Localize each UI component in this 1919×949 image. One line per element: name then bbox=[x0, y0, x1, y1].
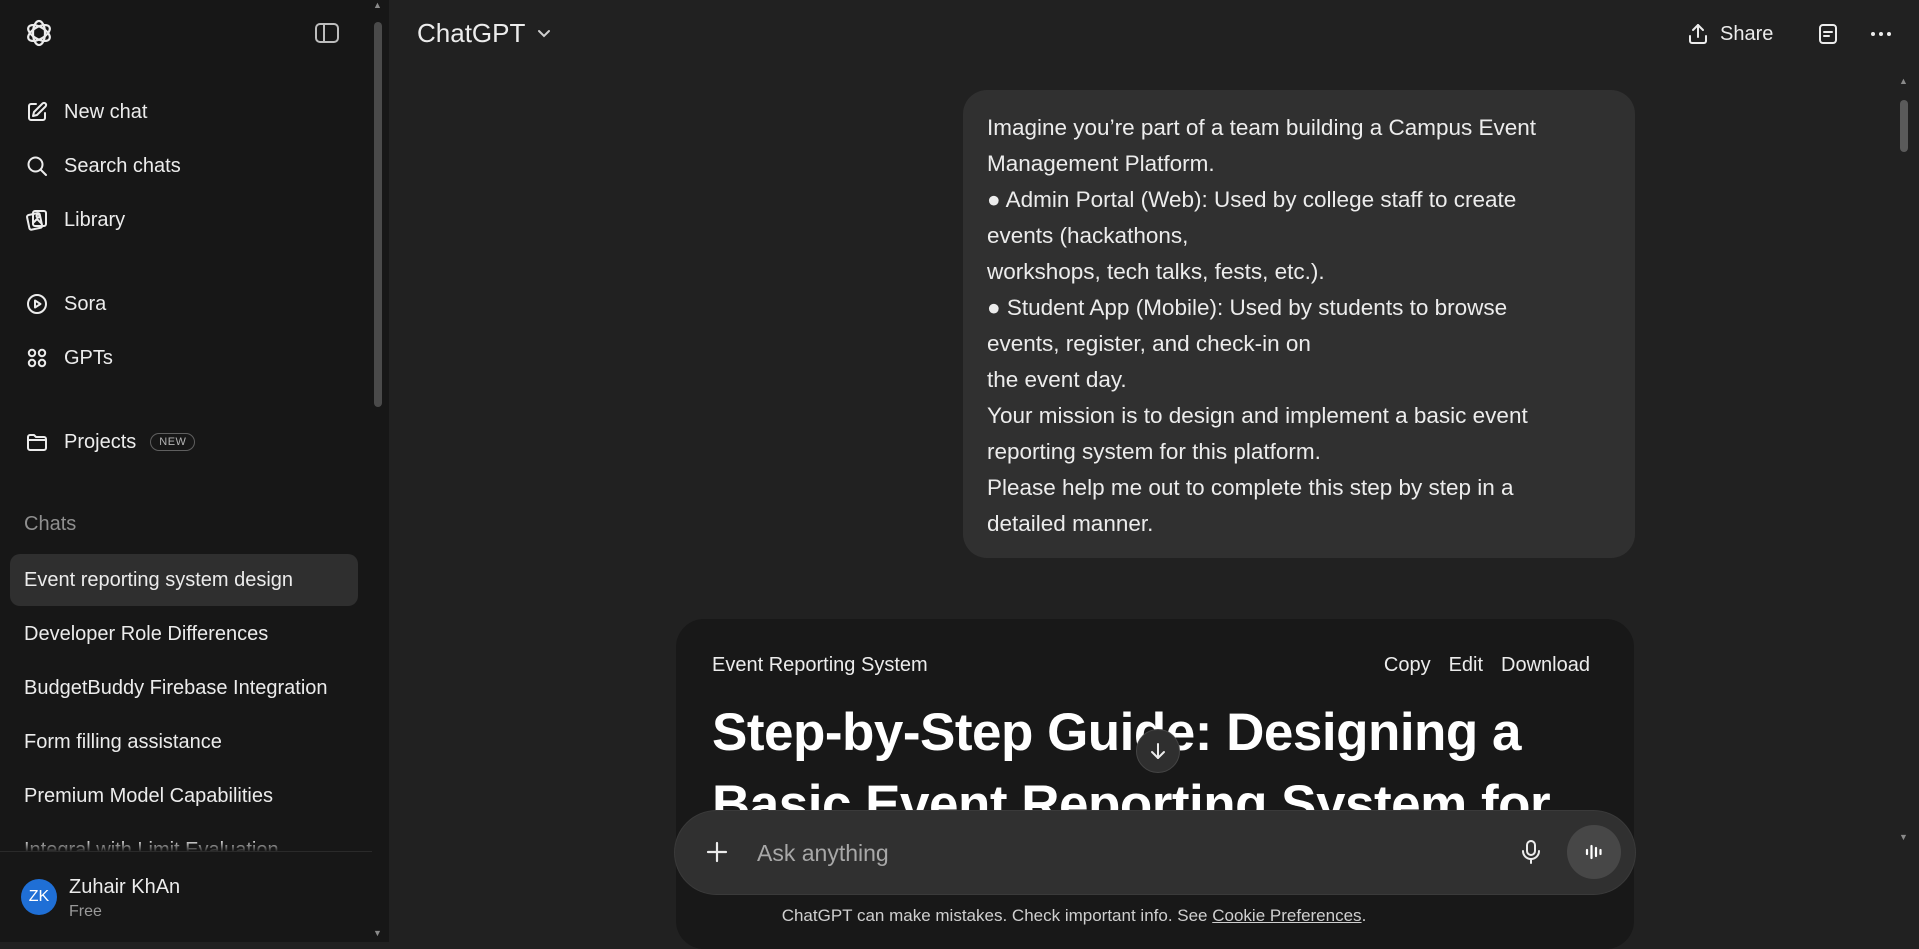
message-line: workshops, tech talks, fests, etc.). bbox=[987, 259, 1325, 284]
edit-button[interactable]: Edit bbox=[1449, 654, 1483, 677]
sora-button[interactable]: Sora bbox=[10, 281, 358, 327]
chat-item[interactable]: Premium Model Capabilities bbox=[10, 770, 358, 822]
projects-button[interactable]: Projects NEW bbox=[10, 419, 358, 465]
gpts-button[interactable]: GPTs bbox=[10, 335, 358, 381]
share-icon bbox=[1689, 24, 1707, 44]
new-chat-button[interactable]: New chat bbox=[10, 89, 358, 135]
play-icon bbox=[24, 291, 50, 317]
sidebar-scrollbar-thumb[interactable] bbox=[374, 22, 382, 407]
scroll-up-arrow-icon[interactable]: ▲ bbox=[373, 0, 382, 10]
more-options-button[interactable] bbox=[1865, 18, 1897, 50]
message-line: events (hackathons, bbox=[987, 223, 1189, 248]
library-icon bbox=[24, 207, 50, 233]
more-horizontal-icon bbox=[1871, 32, 1891, 36]
search-chats-label: Search chats bbox=[64, 154, 181, 177]
toggle-sidebar-icon[interactable] bbox=[313, 19, 341, 47]
openai-logo-icon[interactable] bbox=[22, 16, 56, 50]
microphone-icon[interactable] bbox=[1515, 836, 1547, 868]
copy-button[interactable]: Copy bbox=[1384, 654, 1431, 677]
new-chat-label: New chat bbox=[64, 100, 148, 123]
message-line: Please help me out to complete this step… bbox=[987, 475, 1514, 500]
arrow-down-icon bbox=[1151, 743, 1165, 759]
composer bbox=[675, 811, 1635, 894]
gpts-label: GPTs bbox=[64, 346, 113, 369]
main-scrollbar-thumb[interactable] bbox=[1900, 100, 1908, 152]
message-line: ● Student App (Mobile): Used by students… bbox=[987, 295, 1508, 320]
new-badge: NEW bbox=[150, 433, 196, 451]
waveform-icon bbox=[1585, 844, 1602, 860]
message-line: ● Admin Portal (Web): Used by college st… bbox=[987, 187, 1517, 212]
search-chats-button[interactable]: Search chats bbox=[10, 143, 358, 189]
scroll-to-bottom-button[interactable] bbox=[1136, 729, 1180, 773]
grid-icon bbox=[24, 345, 50, 371]
canvas-document-card[interactable]: Event Reporting System Copy Edit Downloa… bbox=[676, 619, 1634, 949]
library-button[interactable]: Library bbox=[10, 197, 358, 243]
chat-item[interactable]: BudgetBuddy Firebase Integration bbox=[10, 662, 358, 714]
chats-section-header: Chats bbox=[24, 513, 77, 535]
user-name: Zuhair KhAn bbox=[69, 876, 181, 898]
user-profile-panel[interactable]: ZK Zuhair KhAn Free bbox=[0, 851, 372, 942]
disclaimer-end: . bbox=[1361, 906, 1367, 925]
message-line: detailed manner. bbox=[987, 511, 1154, 536]
message-line: reporting system for this platform. bbox=[987, 439, 1321, 464]
message-line: events, register, and check-in on bbox=[987, 331, 1311, 356]
message-line: the event day. bbox=[987, 367, 1127, 392]
main-scrollbar[interactable]: ▲ ▼ bbox=[1897, 72, 1911, 852]
disclaimer-text: ChatGPT can make mistakes. Check importa… bbox=[781, 906, 1213, 925]
scroll-down-arrow-icon[interactable]: ▼ bbox=[373, 928, 382, 938]
folder-icon bbox=[24, 429, 50, 455]
sora-label: Sora bbox=[64, 292, 107, 315]
canvas-actions: Copy Edit Download bbox=[1384, 654, 1590, 677]
chat-item[interactable]: Form filling assistance bbox=[10, 716, 358, 768]
prompt-input[interactable] bbox=[755, 831, 1439, 875]
document-icon bbox=[1819, 24, 1837, 44]
message-line: Management Platform. bbox=[987, 151, 1215, 176]
model-name: ChatGPT bbox=[417, 18, 526, 48]
edit-icon bbox=[24, 99, 50, 125]
scroll-down-arrow-icon[interactable]: ▼ bbox=[1899, 832, 1908, 842]
user-message-bubble: Imagine you’re part of a team building a… bbox=[963, 90, 1635, 558]
sidebar: New chat Search chats Library Sora GPTs … bbox=[0, 0, 389, 942]
message-line: Your mission is to design and implement … bbox=[987, 403, 1528, 428]
chat-item[interactable]: Event reporting system design bbox=[10, 554, 358, 606]
model-selector[interactable]: ChatGPT bbox=[417, 18, 553, 49]
scroll-up-arrow-icon[interactable]: ▲ bbox=[1899, 76, 1908, 86]
chevron-down-icon bbox=[535, 18, 553, 49]
search-icon bbox=[24, 153, 50, 179]
sidebar-scrollbar[interactable]: ▲ ▼ bbox=[372, 0, 384, 942]
share-button[interactable]: Share bbox=[1686, 14, 1773, 54]
disclaimer-footer: ChatGPT can make mistakes. Check importa… bbox=[0, 906, 1839, 926]
plus-icon[interactable] bbox=[701, 836, 733, 868]
library-label: Library bbox=[64, 208, 126, 231]
chat-item[interactable]: Developer Role Differences bbox=[10, 608, 358, 660]
share-label: Share bbox=[1720, 22, 1774, 45]
canvas-toggle-button[interactable] bbox=[1812, 18, 1844, 50]
projects-label: Projects bbox=[64, 430, 137, 453]
cookie-preferences-link[interactable]: Cookie Preferences bbox=[1212, 906, 1361, 925]
download-button[interactable]: Download bbox=[1501, 654, 1590, 677]
canvas-title: Event Reporting System bbox=[712, 654, 928, 676]
voice-mode-button[interactable] bbox=[1567, 825, 1621, 879]
message-line: Imagine you’re part of a team building a… bbox=[987, 115, 1537, 140]
